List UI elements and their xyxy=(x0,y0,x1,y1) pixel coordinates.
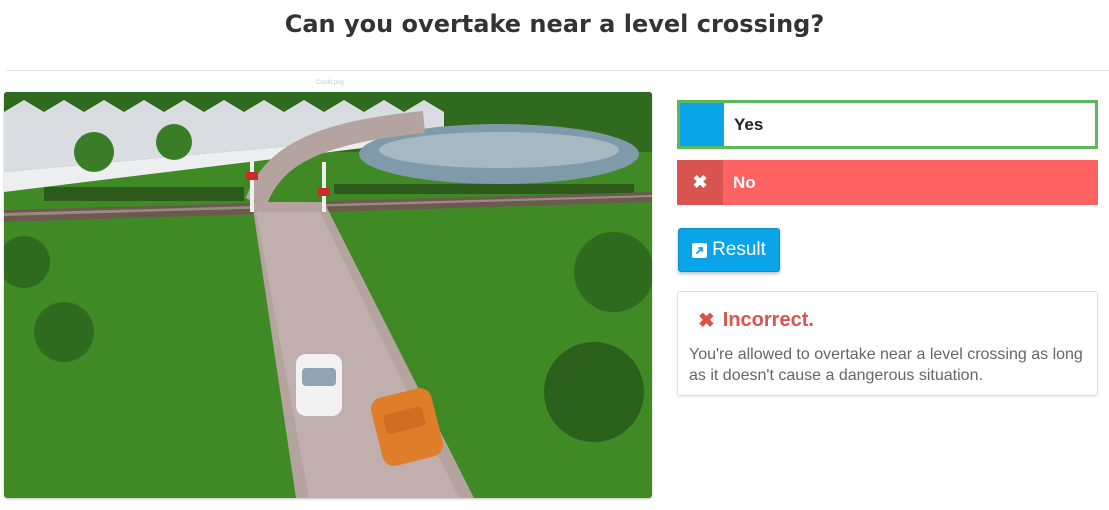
feedback-message: You're allowed to overtake near a level … xyxy=(689,346,1083,384)
feedback-heading: Incorrect. xyxy=(722,309,814,331)
result-button[interactable]: Result xyxy=(678,228,780,272)
image-credit: Credit.png xyxy=(316,80,344,86)
page-title: Can you overtake near a level crossing? xyxy=(284,10,825,38)
answer-no[interactable]: ✖ No xyxy=(677,160,1098,205)
answer-marker xyxy=(680,103,724,146)
answer-yes[interactable]: Yes xyxy=(677,100,1098,149)
close-icon: ✖ xyxy=(677,160,723,205)
question-image xyxy=(4,92,652,498)
result-button-label: Result xyxy=(712,239,766,260)
feedback-panel: ✖ Incorrect. You're allowed to overtake … xyxy=(677,291,1098,396)
external-link-icon xyxy=(692,242,708,258)
feedback-heading-row: ✖ Incorrect. xyxy=(698,308,814,333)
answer-label: No xyxy=(733,172,756,192)
close-icon: ✖ xyxy=(698,310,715,332)
title-divider xyxy=(6,70,1109,71)
answer-label: Yes xyxy=(734,114,764,134)
